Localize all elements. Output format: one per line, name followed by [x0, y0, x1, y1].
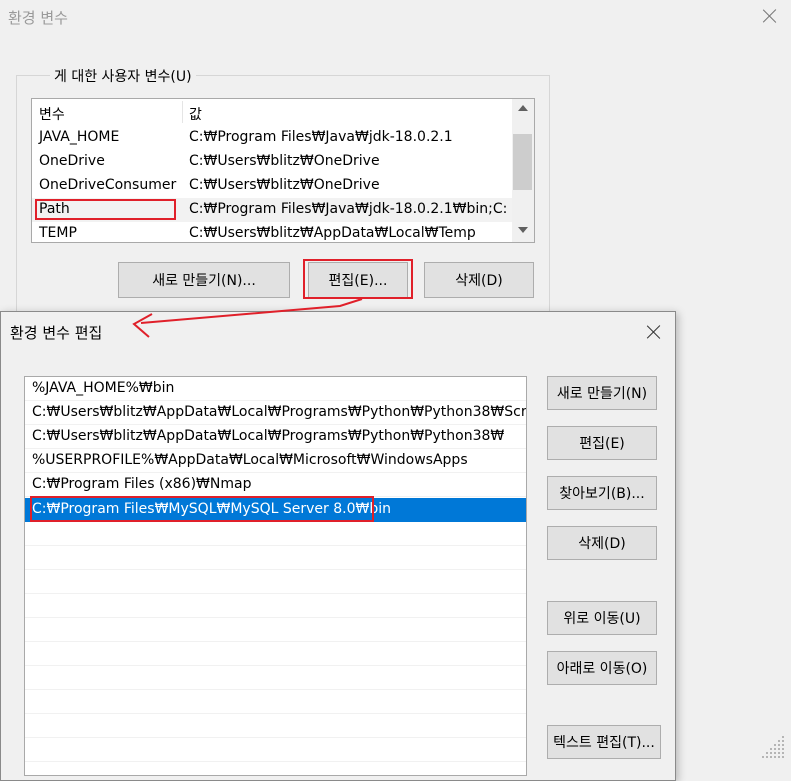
annotation-arrow-icon [132, 298, 363, 338]
resize-grip-icon[interactable] [752, 730, 788, 766]
